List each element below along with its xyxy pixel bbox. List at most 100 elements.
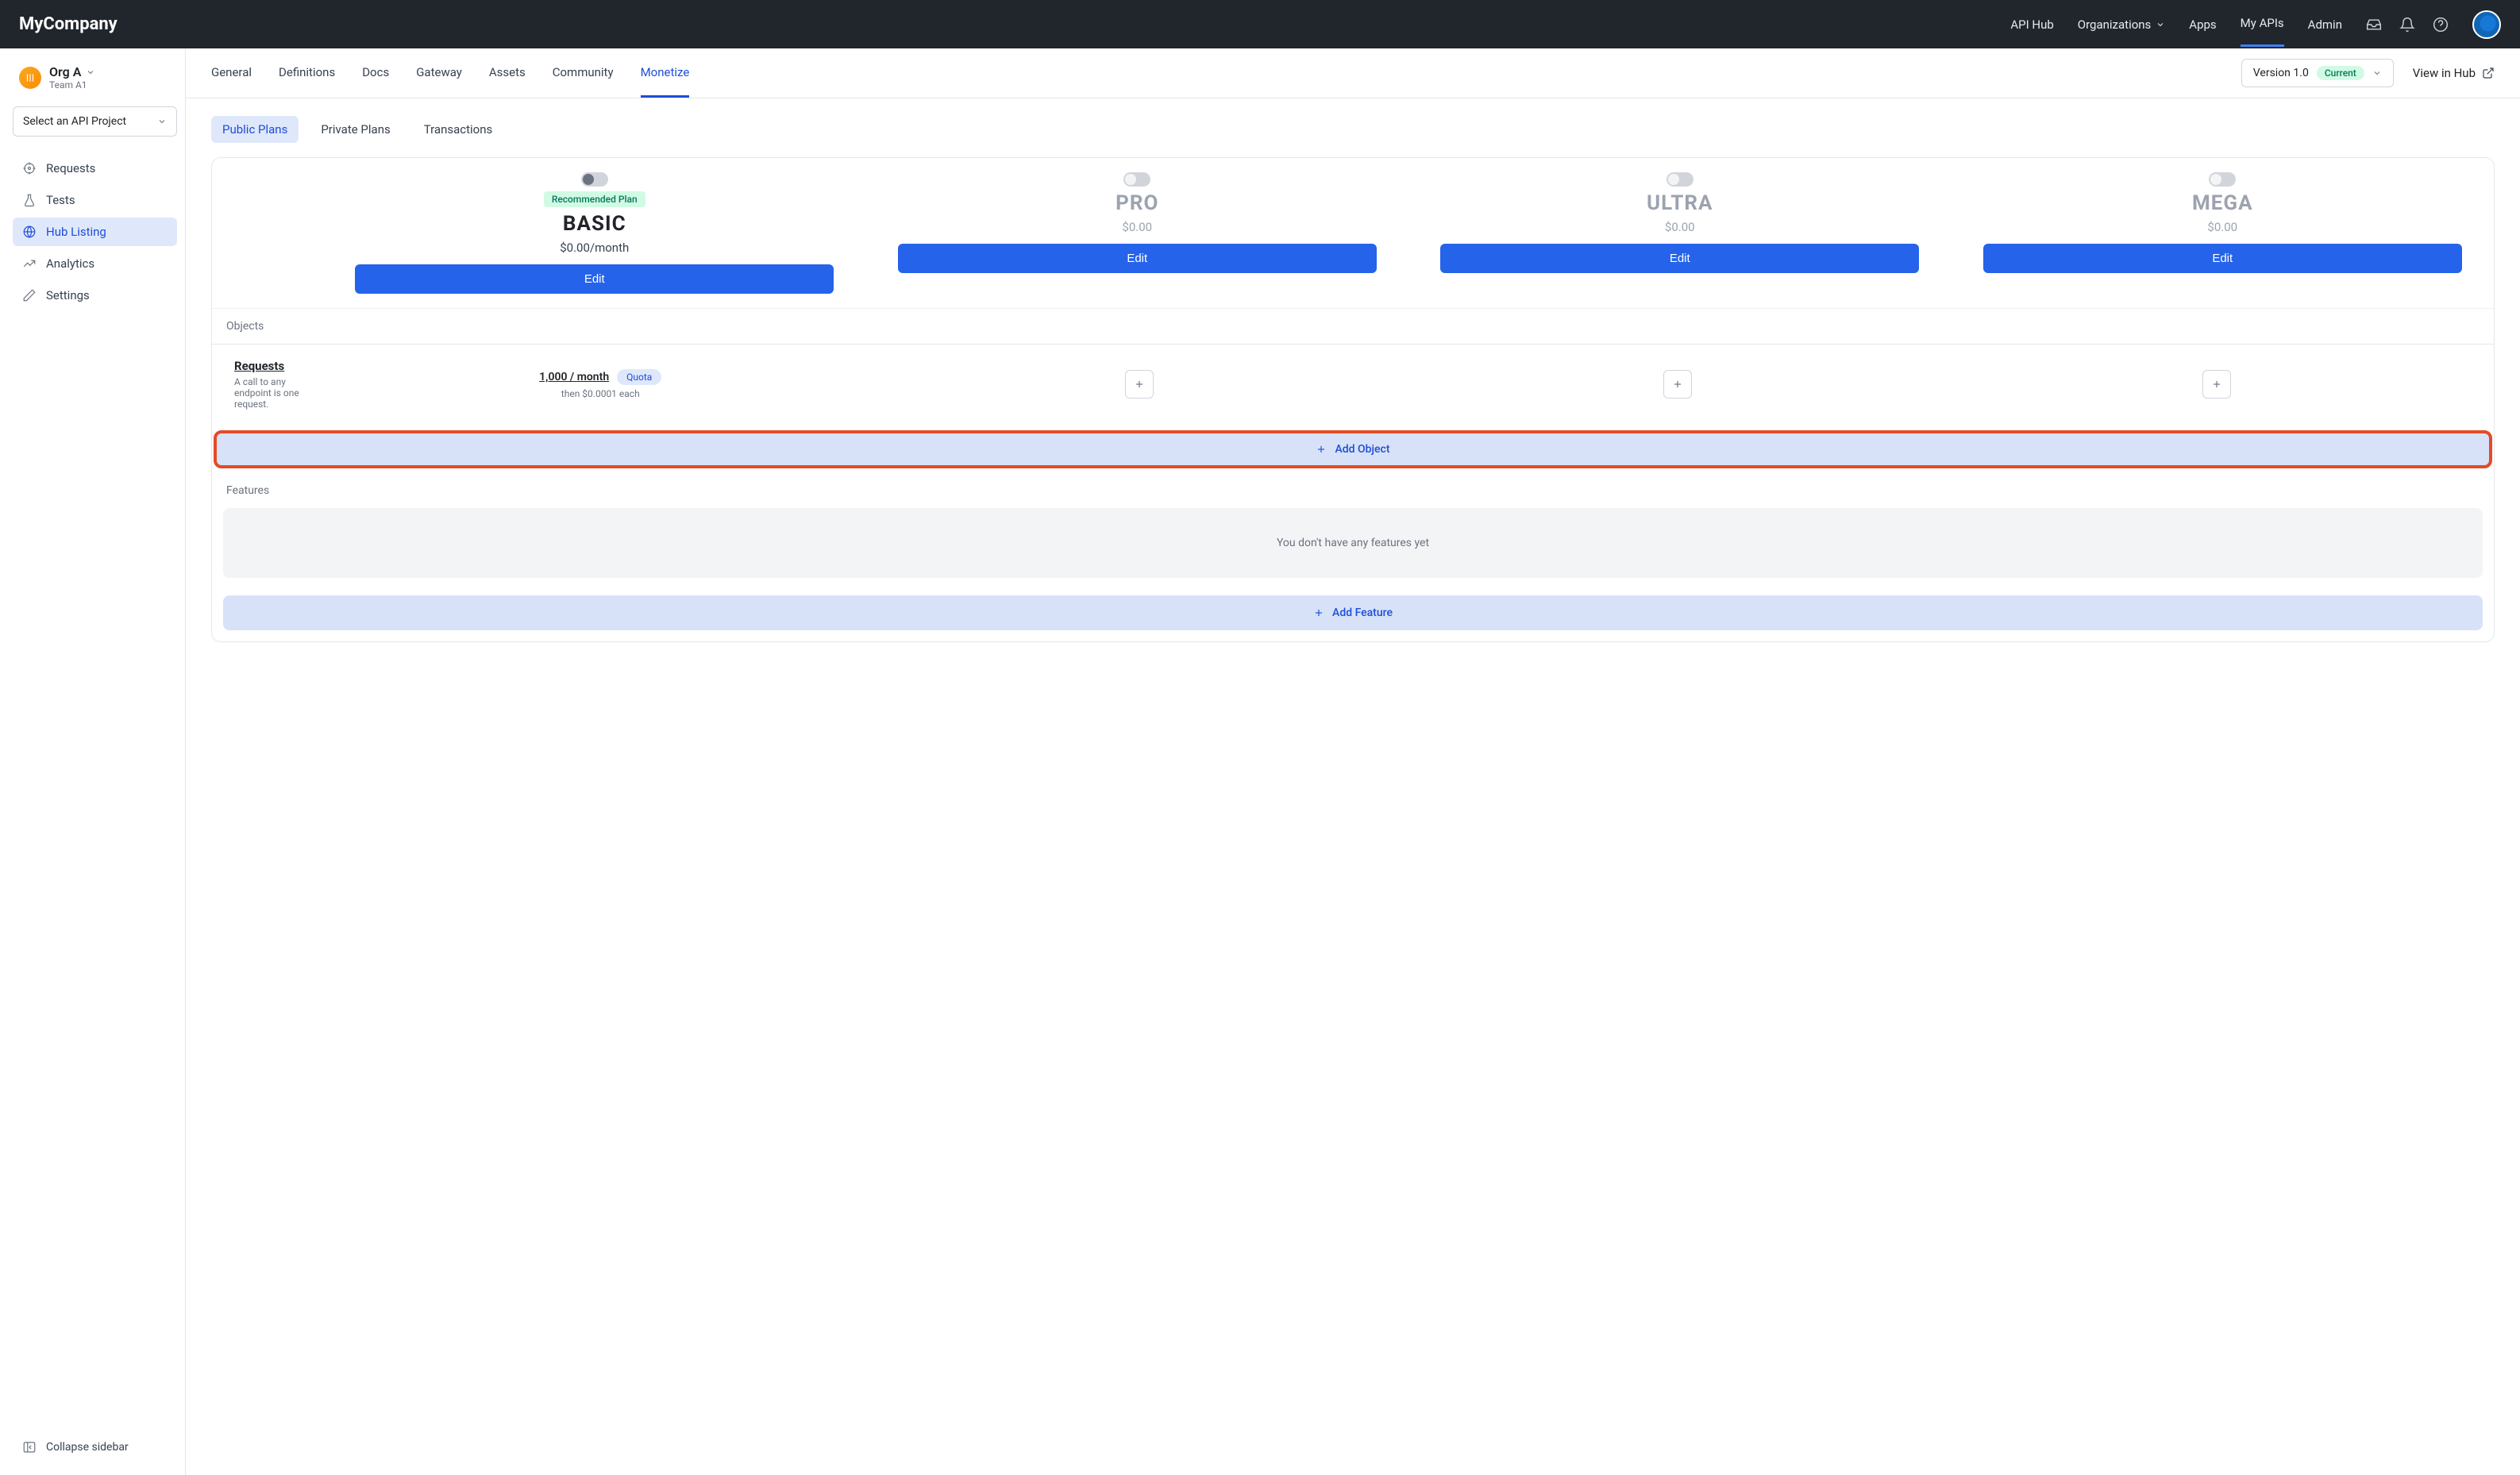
sidebar-item-label: Requests [46, 161, 95, 175]
nav-admin[interactable]: Admin [2308, 3, 2342, 46]
quota-cell-basic: 1,000 / month Quota then $0.0001 each [331, 369, 870, 399]
sidebar-item-label: Tests [46, 193, 75, 207]
chevron-down-icon [157, 117, 167, 126]
view-in-hub-label: View in Hub [2413, 66, 2476, 80]
plan-toggle[interactable] [1667, 172, 1693, 187]
brand-logo: MyCompany [19, 14, 118, 34]
add-object-label: Add Object [1335, 443, 1389, 456]
tab-definitions[interactable]: Definitions [279, 49, 335, 98]
sub-header: General Definitions Docs Gateway Assets … [186, 48, 2520, 98]
tab-general[interactable]: General [211, 49, 252, 98]
tab-monetize[interactable]: Monetize [641, 49, 690, 98]
plans-card: Recommended Plan BASIC $0.00/month Edit … [211, 157, 2495, 642]
tab-gateway[interactable]: Gateway [416, 49, 462, 98]
objects-section-title: Objects [212, 309, 2494, 344]
quota-badge: Quota [617, 369, 661, 385]
external-link-icon [2482, 67, 2495, 79]
quota-value[interactable]: 1,000 / month [539, 371, 609, 383]
main-content: General Definitions Docs Gateway Assets … [186, 48, 2520, 1475]
quota-overage: then $0.0001 each [331, 388, 870, 399]
user-avatar[interactable] [2472, 10, 2501, 39]
plan-toggle[interactable] [581, 172, 608, 187]
collapse-label: Collapse sidebar [46, 1441, 129, 1454]
sidebar-item-label: Analytics [46, 256, 94, 271]
sidebar-item-tests[interactable]: Tests [13, 186, 177, 214]
plus-icon [1313, 607, 1324, 618]
plan-name: BASIC [563, 212, 626, 236]
globe-icon [22, 225, 37, 239]
plan-pro: PRO $0.00 Edit [866, 158, 1409, 308]
nav-api-hub[interactable]: API Hub [2010, 3, 2053, 46]
sidebar-item-analytics[interactable]: Analytics [13, 249, 177, 278]
sidebar-item-label: Hub Listing [46, 225, 106, 239]
plan-name: PRO [1116, 191, 1158, 215]
sidebar-item-settings[interactable]: Settings [13, 281, 177, 310]
nav-apps[interactable]: Apps [2189, 3, 2216, 46]
plan-price: $0.00 [1665, 220, 1695, 234]
collapse-icon [22, 1440, 37, 1454]
plan-basic: Recommended Plan BASIC $0.00/month Edit [323, 158, 866, 308]
plan-mega: MEGA $0.00 Edit [1952, 158, 2495, 308]
target-icon [22, 161, 37, 175]
plans-header-row: Recommended Plan BASIC $0.00/month Edit … [212, 158, 2494, 309]
add-feature-label: Add Feature [1332, 607, 1393, 619]
plan-name: MEGA [2192, 191, 2253, 215]
plan-price: $0.00 [1122, 220, 1152, 234]
chevron-down-icon [2372, 68, 2382, 78]
add-quota-button[interactable] [2202, 370, 2231, 399]
plan-toggle[interactable] [2209, 172, 2236, 187]
version-selector[interactable]: Version 1.0 Current [2241, 59, 2394, 87]
plus-icon [1316, 444, 1327, 455]
tab-public-plans[interactable]: Public Plans [211, 116, 299, 143]
project-select[interactable]: Select an API Project [13, 106, 177, 137]
plan-price: $0.00 [2207, 220, 2237, 234]
object-name[interactable]: Requests [234, 359, 331, 373]
tab-private-plans[interactable]: Private Plans [310, 116, 401, 143]
team-name-label: Team A1 [49, 79, 95, 91]
object-row: Requests A call to any endpoint is one r… [212, 345, 2494, 432]
chevron-down-icon [2156, 20, 2165, 29]
flask-icon [22, 193, 37, 207]
plan-price: $0.00/month [560, 241, 629, 255]
edit-plan-button[interactable]: Edit [1983, 244, 2462, 273]
sidebar-item-requests[interactable]: Requests [13, 154, 177, 183]
top-icon-group [2366, 10, 2501, 39]
collapse-sidebar-button[interactable]: Collapse sidebar [13, 1432, 177, 1462]
chevron-down-icon [86, 67, 95, 77]
org-switcher[interactable]: Org A Team A1 [13, 61, 177, 94]
plan-name: ULTRA [1647, 191, 1713, 215]
bell-icon[interactable] [2399, 17, 2415, 33]
add-quota-button[interactable] [1663, 370, 1692, 399]
project-select-label: Select an API Project [23, 115, 126, 128]
nav-my-apis[interactable]: My APIs [2241, 2, 2284, 47]
nav-organizations[interactable]: Organizations [2078, 3, 2166, 46]
help-icon[interactable] [2433, 17, 2449, 33]
add-quota-button[interactable] [1125, 370, 1154, 399]
top-nav: API Hub Organizations Apps My APIs Admin [2010, 2, 2342, 47]
version-label: Version 1.0 [2253, 67, 2309, 79]
view-in-hub-link[interactable]: View in Hub [2413, 66, 2495, 80]
add-feature-button[interactable]: Add Feature [223, 595, 2483, 630]
edit-plan-button[interactable]: Edit [355, 264, 834, 294]
tab-docs[interactable]: Docs [362, 49, 389, 98]
sidebar-item-hub-listing[interactable]: Hub Listing [13, 218, 177, 246]
add-object-button[interactable]: Add Object [215, 432, 2491, 467]
org-icon [19, 67, 41, 89]
edit-plan-button[interactable]: Edit [898, 244, 1377, 273]
nav-organizations-label: Organizations [2078, 17, 2152, 32]
object-description: A call to any endpoint is one request. [234, 376, 322, 410]
tab-assets[interactable]: Assets [489, 49, 526, 98]
chart-icon [22, 256, 37, 271]
tab-transactions[interactable]: Transactions [413, 116, 504, 143]
inbox-icon[interactable] [2366, 17, 2382, 33]
sidebar: Org A Team A1 Select an API Project Requ… [0, 48, 186, 1475]
features-section-title: Features [212, 473, 2494, 508]
edit-plan-button[interactable]: Edit [1440, 244, 1919, 273]
top-header: MyCompany API Hub Organizations Apps My … [0, 0, 2520, 48]
plan-tabs: Public Plans Private Plans Transactions [186, 98, 2520, 157]
features-empty-state: You don't have any features yet [223, 508, 2483, 578]
plan-toggle[interactable] [1123, 172, 1150, 187]
current-badge: Current [2317, 66, 2364, 80]
tab-community[interactable]: Community [553, 49, 614, 98]
pencil-icon [22, 288, 37, 302]
